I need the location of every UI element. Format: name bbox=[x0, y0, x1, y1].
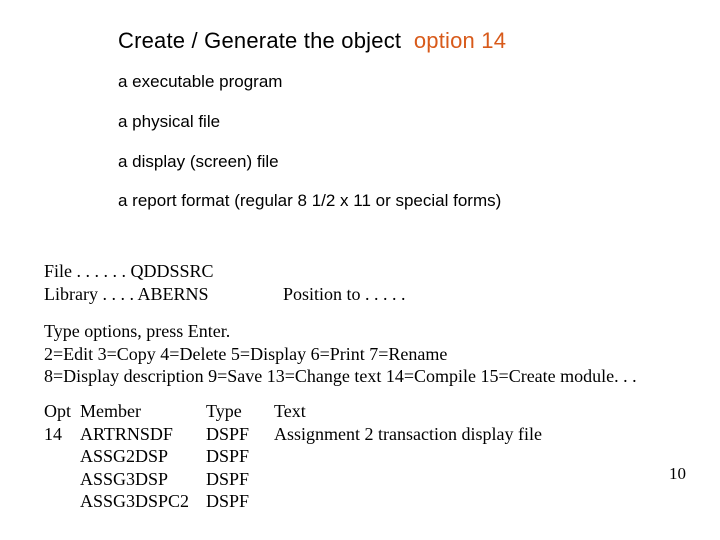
header-type: Type bbox=[206, 400, 274, 423]
cell-type: DSPF bbox=[206, 445, 274, 468]
page-number: 10 bbox=[669, 464, 686, 484]
member-list: Opt Member Type Text 14 ARTRNSDF DSPF As… bbox=[44, 400, 542, 513]
cell-text bbox=[274, 490, 542, 513]
member-table: Opt Member Type Text 14 ARTRNSDF DSPF As… bbox=[44, 400, 542, 513]
options-row: 2=Edit 3=Copy 4=Delete 5=Display 6=Print… bbox=[44, 343, 637, 366]
table-row: ASSG2DSP DSPF bbox=[44, 445, 542, 468]
header-text: Text bbox=[274, 400, 542, 423]
header-member: Member bbox=[80, 400, 206, 423]
cell-member: ASSG3DSPC2 bbox=[80, 490, 206, 513]
file-line: File . . . . . . QDDSSRC bbox=[44, 260, 406, 283]
cell-member: ASSG3DSP bbox=[80, 468, 206, 491]
slide: Create / Generate the object option 14 a… bbox=[0, 0, 720, 540]
cell-opt bbox=[44, 445, 80, 468]
bullet-list: a executable program a physical file a d… bbox=[118, 70, 501, 229]
cell-member: ASSG2DSP bbox=[80, 445, 206, 468]
cell-opt bbox=[44, 490, 80, 513]
bullet-item: a executable program bbox=[118, 70, 501, 94]
options-legend: Type options, press Enter. 2=Edit 3=Copy… bbox=[44, 320, 637, 388]
table-row: ASSG3DSP DSPF bbox=[44, 468, 542, 491]
library-label: Library . . . . ABERNS bbox=[44, 284, 209, 304]
options-instruction: Type options, press Enter. bbox=[44, 320, 637, 343]
table-header-row: Opt Member Type Text bbox=[44, 400, 542, 423]
table-row: 14 ARTRNSDF DSPF Assignment 2 transactio… bbox=[44, 423, 542, 446]
header-opt: Opt bbox=[44, 400, 80, 423]
position-to: Position to . . . . . bbox=[283, 283, 406, 306]
title-option: option 14 bbox=[414, 28, 506, 53]
slide-title: Create / Generate the object option 14 bbox=[118, 28, 506, 54]
cell-opt: 14 bbox=[44, 423, 80, 446]
cell-opt bbox=[44, 468, 80, 491]
cell-text bbox=[274, 445, 542, 468]
options-row: 8=Display description 9=Save 13=Change t… bbox=[44, 365, 637, 388]
cell-text: Assignment 2 transaction display file bbox=[274, 423, 542, 446]
cell-type: DSPF bbox=[206, 423, 274, 446]
bullet-item: a display (screen) file bbox=[118, 150, 501, 174]
cell-type: DSPF bbox=[206, 468, 274, 491]
cell-member: ARTRNSDF bbox=[80, 423, 206, 446]
bullet-item: a report format (regular 8 1/2 x 11 or s… bbox=[118, 189, 501, 213]
bullet-item: a physical file bbox=[118, 110, 501, 134]
cell-text bbox=[274, 468, 542, 491]
table-row: ASSG3DSPC2 DSPF bbox=[44, 490, 542, 513]
cell-type: DSPF bbox=[206, 490, 274, 513]
library-line: Library . . . . ABERNS Position to . . .… bbox=[44, 283, 406, 306]
file-info: File . . . . . . QDDSSRC Library . . . .… bbox=[44, 260, 406, 305]
title-main: Create / Generate the object bbox=[118, 28, 401, 53]
